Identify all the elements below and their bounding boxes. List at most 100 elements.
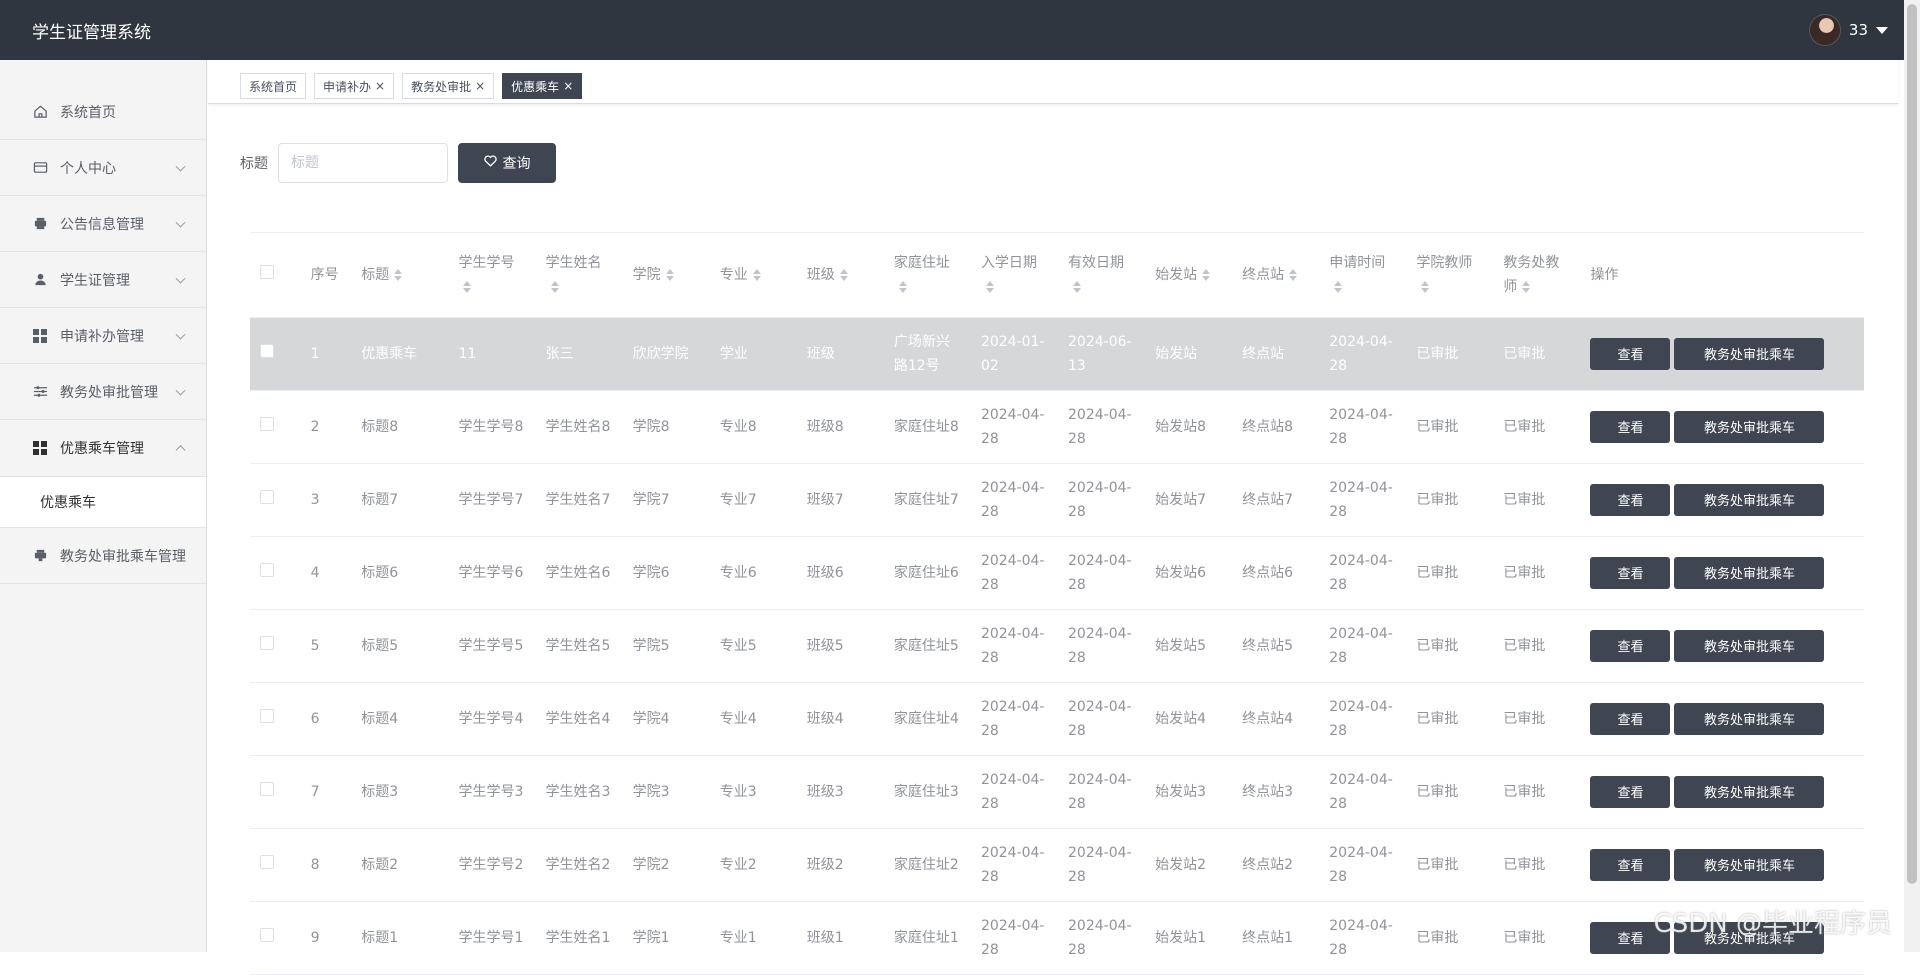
close-icon[interactable]: × <box>563 79 573 93</box>
tag-reissue[interactable]: 申请补办 × <box>314 73 394 99</box>
sort-icon[interactable] <box>1072 281 1082 293</box>
sidebar-subitem-discount-ride[interactable]: 优惠乘车 <box>0 476 206 528</box>
row-checkbox[interactable] <box>260 782 274 796</box>
column-header-sortable[interactable]: 班级 <box>799 233 886 317</box>
table-row[interactable]: 2标题8学生学号8学生姓名8学院8专业8班级8家庭住址82024-04-2820… <box>250 390 1864 463</box>
query-button[interactable]: 查询 <box>458 143 556 183</box>
view-button[interactable]: 查看 <box>1590 703 1670 735</box>
avatar[interactable] <box>1809 14 1841 46</box>
scrollbar-thumb[interactable] <box>1907 4 1917 884</box>
sort-icon[interactable] <box>1420 281 1430 293</box>
table-cell-end-station: 终点站2 <box>1234 828 1321 901</box>
column-header-sortable[interactable]: 始发站 <box>1147 233 1234 317</box>
username[interactable]: 33 <box>1849 21 1868 39</box>
column-header-sortable[interactable]: 有效日期 <box>1060 233 1147 317</box>
view-button[interactable]: 查看 <box>1590 776 1670 808</box>
title-search-input[interactable] <box>278 143 448 183</box>
view-button[interactable]: 查看 <box>1590 630 1670 662</box>
column-header-sortable[interactable]: 终点站 <box>1234 233 1321 317</box>
row-actions: 查看教务处审批乘车 <box>1582 463 1864 536</box>
sidebar-item-reissue-management[interactable]: 申请补办管理 <box>0 308 206 364</box>
view-button[interactable]: 查看 <box>1590 411 1670 443</box>
office-ride-approval-button[interactable]: 教务处审批乘车 <box>1674 557 1824 589</box>
caret-down-icon[interactable] <box>1876 27 1888 34</box>
sidebar-item-label: 申请补办管理 <box>60 326 144 346</box>
vertical-scrollbar[interactable] <box>1904 0 1920 952</box>
table-row[interactable]: 9标题1学生学号1学生姓名1学院1专业1班级1家庭住址12024-04-2820… <box>250 901 1864 974</box>
office-ride-approval-button[interactable]: 教务处审批乘车 <box>1674 703 1824 735</box>
table-cell-student-no: 学生学号6 <box>450 536 537 609</box>
chevron-up-icon <box>176 445 186 455</box>
select-all-checkbox[interactable] <box>260 265 274 279</box>
sidebar-item-discount-ride-management[interactable]: 优惠乘车管理 <box>0 420 206 476</box>
column-header-sortable[interactable]: 专业 <box>712 233 799 317</box>
sort-icon[interactable] <box>985 281 995 293</box>
close-icon[interactable]: × <box>375 79 385 93</box>
office-ride-approval-button[interactable]: 教务处审批乘车 <box>1674 338 1824 370</box>
sort-icon[interactable] <box>550 281 560 293</box>
office-ride-approval-button[interactable]: 教务处审批乘车 <box>1674 411 1824 443</box>
row-checkbox[interactable] <box>260 417 274 431</box>
column-header-sortable[interactable]: 学院教师 <box>1408 233 1495 317</box>
sort-icon[interactable] <box>665 269 675 281</box>
row-checkbox[interactable] <box>260 855 274 869</box>
table-row[interactable]: 6标题4学生学号4学生姓名4学院4专业4班级4家庭住址42024-04-2820… <box>250 682 1864 755</box>
tag-office-approval[interactable]: 教务处审批 × <box>402 73 494 99</box>
table-cell-office-teacher: 已审批 <box>1495 755 1582 828</box>
row-checkbox[interactable] <box>260 563 274 577</box>
printer-icon <box>32 216 48 232</box>
column-header-sortable[interactable]: 标题 <box>353 233 450 317</box>
sort-icon[interactable] <box>839 269 849 281</box>
close-icon[interactable]: × <box>475 79 485 93</box>
sort-icon[interactable] <box>1288 269 1298 281</box>
sort-icon[interactable] <box>393 269 403 281</box>
sort-icon[interactable] <box>898 281 908 293</box>
table-cell-major: 专业6 <box>712 536 799 609</box>
sort-icon[interactable] <box>752 269 762 281</box>
column-header-sortable[interactable]: 学生姓名 <box>538 233 625 317</box>
sidebar-item-office-ride-approval-management[interactable]: 教务处审批乘车管理 <box>0 528 206 584</box>
sidebar-item-student-card-management[interactable]: 学生证管理 <box>0 252 206 308</box>
tag-home[interactable]: 系统首页 <box>240 73 306 99</box>
sort-icon[interactable] <box>1521 281 1531 293</box>
sidebar-item-notice-management[interactable]: 公告信息管理 <box>0 196 206 252</box>
row-checkbox[interactable] <box>260 344 274 358</box>
column-header-sortable[interactable]: 申请时间 <box>1321 233 1408 317</box>
row-checkbox[interactable] <box>260 490 274 504</box>
sidebar-item-office-approval-management[interactable]: 教务处审批管理 <box>0 364 206 420</box>
table-row[interactable]: 8标题2学生学号2学生姓名2学院2专业2班级2家庭住址22024-04-2820… <box>250 828 1864 901</box>
view-button[interactable]: 查看 <box>1590 484 1670 516</box>
sidebar-item-personal-center[interactable]: 个人中心 <box>0 140 206 196</box>
column-header-sortable[interactable]: 家庭住址 <box>886 233 973 317</box>
row-checkbox[interactable] <box>260 636 274 650</box>
table-cell-end-station: 终点站5 <box>1234 609 1321 682</box>
sidebar-item-home[interactable]: 系统首页 <box>0 84 206 140</box>
tag-discount-ride[interactable]: 优惠乘车 × <box>502 73 582 99</box>
column-header-sortable[interactable]: 教务处教师 <box>1495 233 1582 317</box>
table-cell-start-station: 始发站5 <box>1147 609 1234 682</box>
sort-icon[interactable] <box>462 281 472 293</box>
office-ride-approval-button[interactable]: 教务处审批乘车 <box>1674 630 1824 662</box>
office-ride-approval-button[interactable]: 教务处审批乘车 <box>1674 849 1824 881</box>
office-ride-approval-button[interactable]: 教务处审批乘车 <box>1674 776 1824 808</box>
row-checkbox[interactable] <box>260 928 274 942</box>
table-cell-class: 班级3 <box>799 755 886 828</box>
user-menu[interactable]: 33 <box>1809 14 1888 46</box>
row-checkbox[interactable] <box>260 709 274 723</box>
column-header-sortable[interactable]: 学院 <box>625 233 712 317</box>
office-ride-approval-button[interactable]: 教务处审批乘车 <box>1674 484 1824 516</box>
view-button[interactable]: 查看 <box>1590 557 1670 589</box>
column-header-sortable[interactable]: 学生学号 <box>450 233 537 317</box>
table-row[interactable]: 7标题3学生学号3学生姓名3学院3专业3班级3家庭住址32024-04-2820… <box>250 755 1864 828</box>
view-button[interactable]: 查看 <box>1590 338 1670 370</box>
table-row[interactable]: 4标题6学生学号6学生姓名6学院6专业6班级6家庭住址62024-04-2820… <box>250 536 1864 609</box>
sort-icon[interactable] <box>1201 269 1211 281</box>
view-button[interactable]: 查看 <box>1590 849 1670 881</box>
column-header-sortable[interactable]: 入学日期 <box>973 233 1060 317</box>
table-row[interactable]: 1优惠乘车11张三欣欣学院学业班级广场新兴路12号2024-01-022024-… <box>250 317 1864 390</box>
printer-icon <box>32 548 48 564</box>
table-row[interactable]: 5标题5学生学号5学生姓名5学院5专业5班级5家庭住址52024-04-2820… <box>250 609 1864 682</box>
table-row[interactable]: 3标题7学生学号7学生姓名7学院7专业7班级7家庭住址72024-04-2820… <box>250 463 1864 536</box>
sidebar-item-label: 学生证管理 <box>60 270 130 290</box>
sort-icon[interactable] <box>1333 281 1343 293</box>
